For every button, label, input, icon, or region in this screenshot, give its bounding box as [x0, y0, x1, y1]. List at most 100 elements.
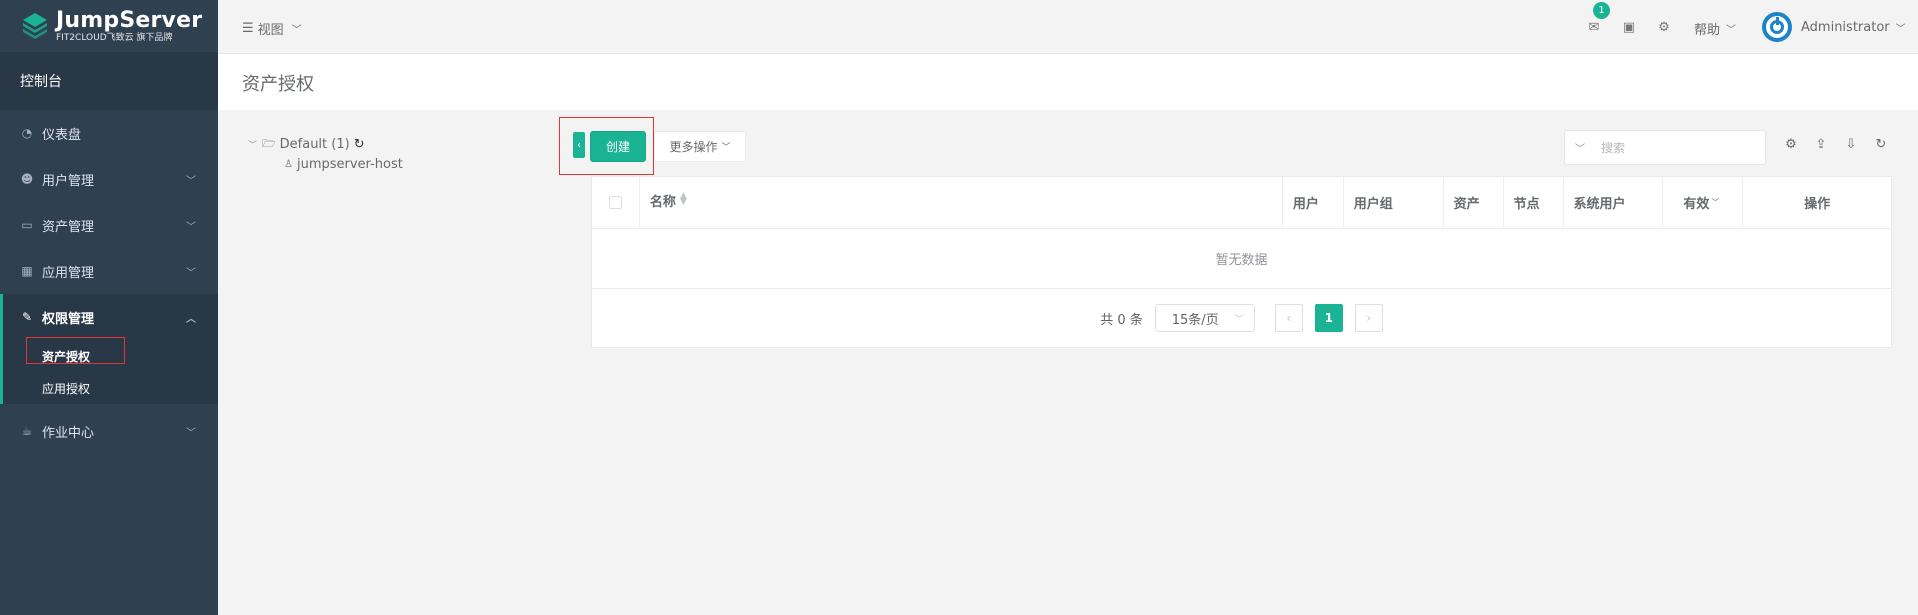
search-placeholder: 搜索	[1601, 141, 1626, 155]
folder-open-icon: 🗁	[262, 136, 276, 150]
sidebar-item-label: 资产管理	[42, 219, 95, 235]
dashboard-icon: ◔	[21, 126, 33, 140]
sidebar-item-dashboard[interactable]: ◔ 仪表盘	[0, 110, 218, 156]
column-node: 节点	[1504, 177, 1564, 228]
chevron-down-icon: ﹀	[186, 268, 196, 279]
prev-page-button[interactable]: ‹	[1274, 304, 1303, 332]
select-all-cell	[592, 177, 640, 228]
chevron-down-icon[interactable]: ﹀	[1565, 140, 1595, 155]
column-label: 操作	[1804, 197, 1831, 212]
column-label: 用户组	[1353, 197, 1393, 212]
help-menu[interactable]: 帮助 ﹀	[1694, 19, 1736, 38]
tree-node-label: Default (1)	[279, 136, 350, 152]
tree-node-label: jumpserver-host	[296, 156, 403, 172]
sidebar-item-label: 应用管理	[42, 265, 95, 281]
chevron-down-icon: ﹀	[1726, 25, 1737, 36]
sidebar-item-ops[interactable]: ☕ 作业中心 ﹀	[0, 408, 218, 454]
linux-icon: ♙	[284, 158, 293, 170]
column-label: 系统用户	[1573, 197, 1626, 212]
gear-icon[interactable]: ⚙	[1654, 17, 1674, 37]
refresh-icon[interactable]: ↻	[354, 137, 365, 152]
chevron-down-icon: ﹀	[186, 222, 196, 233]
chevron-down-icon: ﹀	[291, 25, 302, 36]
page-size-select[interactable]: 15条/页 ﹀	[1154, 304, 1255, 332]
chevron-left-icon: ‹	[577, 139, 581, 151]
view-menu[interactable]: ☰ 视图 ﹀	[242, 19, 302, 38]
refresh-icon[interactable]: ↻	[1871, 137, 1891, 153]
sidebar-item-assets[interactable]: ▭ 资产管理 ﹀	[0, 202, 218, 248]
page-title: 资产授权	[242, 74, 314, 95]
pagination-total: 共 0 条	[1100, 312, 1143, 328]
create-button[interactable]: 创建	[590, 131, 646, 162]
column-valid[interactable]: 有效 ﹀	[1663, 177, 1744, 228]
column-label: 有效	[1683, 197, 1710, 212]
page-size-value: 15条/页	[1171, 312, 1219, 328]
column-label: 节点	[1513, 197, 1540, 212]
node-tree: ﹀ 🗁 Default (1) ↻ ♙ jumpserver-host	[248, 134, 403, 174]
sidebar-item-users[interactable]: ☻ 用户管理 ﹀	[0, 156, 218, 202]
jumpserver-logo-icon	[20, 11, 50, 41]
sidebar-item-applications[interactable]: ▦ 应用管理 ﹀	[0, 248, 218, 294]
sidebar-item-permissions[interactable]: ✎ 权限管理 ︿	[3, 294, 218, 340]
console-label[interactable]: 控制台	[0, 52, 218, 110]
more-actions-label: 更多操作	[669, 140, 718, 154]
brand-subtitle: FIT2CLOUD飞致云 旗下品牌	[56, 32, 173, 43]
chevron-down-icon: ﹀	[1895, 23, 1906, 35]
download-icon[interactable]: ⇩	[1841, 137, 1861, 153]
sidebar-item-label: 仪表盘	[42, 127, 82, 143]
terminal-icon[interactable]: ▣	[1619, 17, 1639, 37]
tree-node-root[interactable]: ﹀ 🗁 Default (1) ↻	[248, 134, 403, 154]
select-all-checkbox[interactable]	[608, 196, 622, 209]
column-actions: 操作	[1743, 177, 1891, 228]
search-input[interactable]: ﹀ 搜索	[1564, 130, 1766, 165]
page-number-current[interactable]: 1	[1314, 304, 1343, 332]
upload-icon[interactable]: ⇪	[1811, 137, 1831, 153]
chevron-down-icon: ﹀	[186, 176, 196, 187]
mail-badge: 1	[1593, 2, 1610, 19]
user-name: Administrator	[1801, 19, 1890, 35]
user-menu[interactable]: Administrator ﹀	[1762, 12, 1906, 42]
column-system-user: 系统用户	[1564, 177, 1664, 228]
brand-name: JumpServer	[56, 7, 203, 33]
page-title-bar: 资产授权	[218, 54, 1918, 110]
sidebar: JumpServer FIT2CLOUD飞致云 旗下品牌 控制台 ◔ 仪表盘 ☻…	[0, 0, 218, 615]
empty-state: 暂无数据	[592, 229, 1891, 289]
tree-toggle-button[interactable]: ‹	[573, 132, 585, 158]
chevron-down-icon: ﹀	[1711, 198, 1720, 207]
table-tools: ⚙ ⇪ ⇩ ↻	[1781, 137, 1891, 153]
next-page-button[interactable]: ›	[1354, 304, 1383, 332]
chevron-up-icon: ︿	[186, 314, 196, 325]
column-label: 用户	[1292, 197, 1319, 212]
pagination: 共 0 条 15条/页 ﹀ ‹ 1 ›	[592, 289, 1891, 347]
more-actions-button[interactable]: 更多操作 ﹀	[654, 131, 746, 162]
sidebar-nav: ◔ 仪表盘 ☻ 用户管理 ﹀ ▭ 资产管理 ﹀ ▦ 应用管理 ﹀ ✎ 权限管理 …	[0, 110, 218, 454]
column-user: 用户	[1283, 177, 1344, 228]
sort-icon[interactable]: ▲ ▼	[680, 192, 687, 207]
highlight-box-sidebar	[26, 337, 125, 364]
avatar	[1762, 12, 1792, 42]
top-header: ☰ 视图 ﹀ ✉ 1 ▣ ⚙ 帮助 ﹀ Administrator ﹀	[218, 0, 1918, 54]
chevron-down-icon: ﹀	[248, 140, 258, 151]
sidebar-item-label: 作业中心	[42, 425, 95, 441]
chevron-down-icon: ﹀	[721, 143, 731, 153]
column-name[interactable]: 名称 ▲ ▼	[640, 177, 1283, 228]
inbox-icon: ▭	[21, 218, 33, 232]
column-label: 资产	[1453, 197, 1480, 212]
users-icon: ☻	[20, 172, 34, 186]
mail-icon[interactable]: ✉ 1	[1584, 2, 1610, 37]
column-user-group: 用户组	[1344, 177, 1444, 228]
chevron-down-icon: ﹀	[186, 428, 196, 439]
column-label: 名称	[649, 195, 676, 210]
sidebar-item-label: 权限管理	[42, 311, 95, 327]
help-label: 帮助	[1694, 23, 1721, 38]
tree-node-child[interactable]: ♙ jumpserver-host	[248, 154, 403, 174]
view-menu-label: 视图	[257, 23, 284, 38]
column-asset: 资产	[1444, 177, 1504, 228]
table-header: 名称 ▲ ▼ 用户 用户组 资产 节点 系统用户 有效 ﹀ 操作	[592, 177, 1891, 229]
sidebar-subitem-app-permission[interactable]: 应用授权	[3, 372, 218, 404]
menu-icon: ☰	[242, 21, 254, 36]
logo[interactable]: JumpServer FIT2CLOUD飞致云 旗下品牌	[0, 0, 218, 52]
gear-icon[interactable]: ⚙	[1781, 137, 1801, 153]
data-table: 名称 ▲ ▼ 用户 用户组 资产 节点 系统用户 有效 ﹀ 操作 暂无数据 共 0…	[591, 176, 1892, 348]
coffee-icon: ☕	[21, 424, 33, 438]
